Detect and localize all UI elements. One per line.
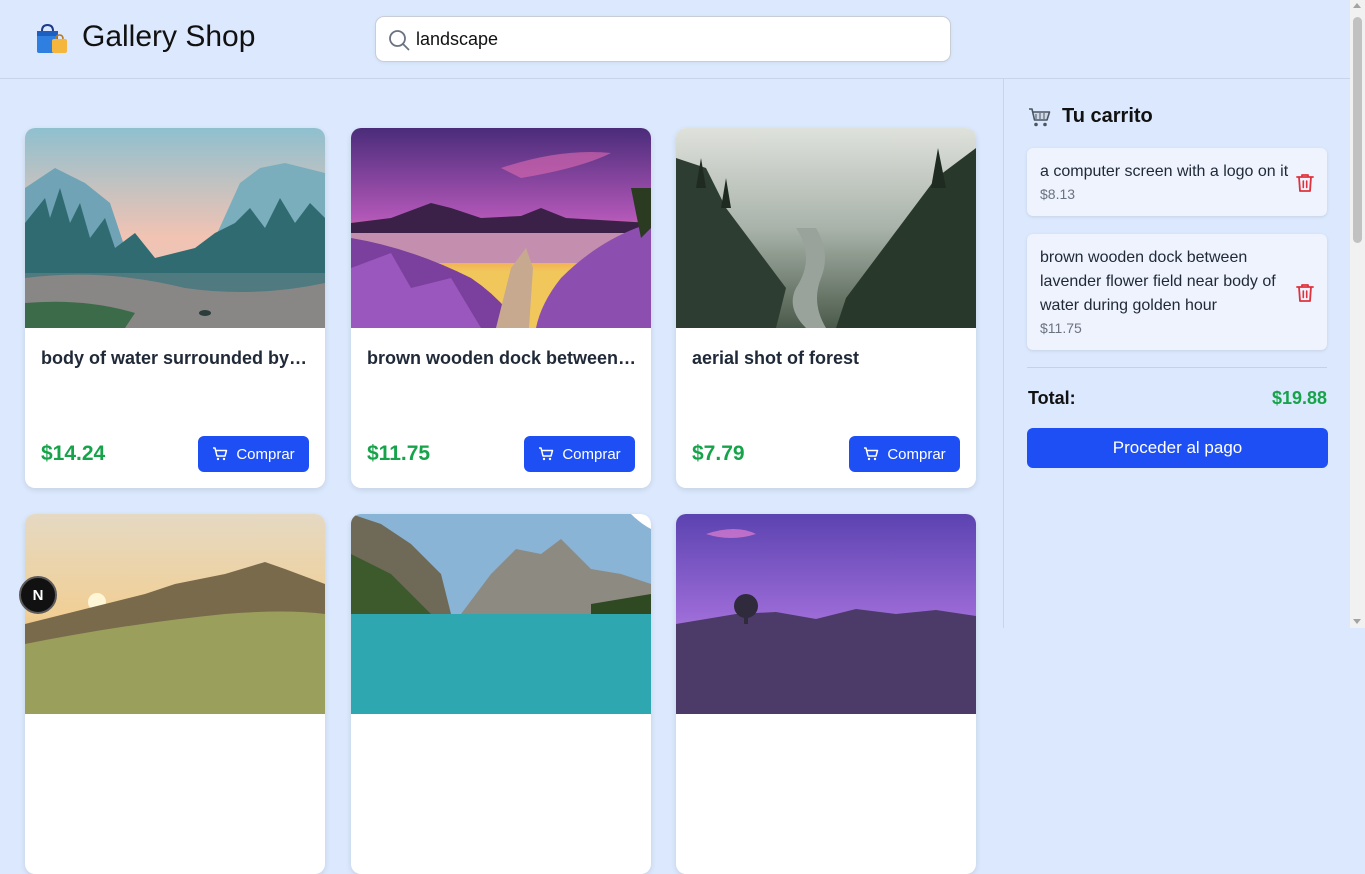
scroll-thumb[interactable] <box>1353 17 1362 243</box>
search-bar[interactable] <box>375 16 951 62</box>
buy-button-label: Comprar <box>562 445 621 463</box>
product-price: $14.24 <box>41 442 106 465</box>
cart-icon <box>539 447 554 461</box>
shopping-cart-icon <box>1028 106 1052 128</box>
search-icon <box>388 29 410 51</box>
scroll-up-arrow-icon[interactable] <box>1353 3 1361 8</box>
product-image[interactable] <box>25 514 325 714</box>
product-card <box>351 514 651 874</box>
trash-icon[interactable] <box>1295 172 1315 194</box>
nextjs-dev-badge[interactable]: N <box>19 576 57 614</box>
buy-button-label: Comprar <box>887 445 946 463</box>
product-image[interactable] <box>351 514 651 714</box>
product-title[interactable]: body of water surrounded by trees <box>41 348 311 369</box>
product-image[interactable] <box>676 514 976 714</box>
product-card <box>25 514 325 874</box>
total-label: Total: <box>1028 388 1076 408</box>
shopping-bags-icon <box>35 23 69 55</box>
product-title[interactable]: brown wooden dock between lavender flowe… <box>367 348 637 369</box>
checkout-button[interactable]: Proceder al pago <box>1027 428 1328 468</box>
dev-badge-label: N <box>32 586 44 604</box>
brand-title[interactable]: Gallery Shop <box>82 20 255 54</box>
cart-item-price: $11.75 <box>1040 320 1082 336</box>
product-price: $7.79 <box>692 442 745 465</box>
scroll-down-arrow-icon[interactable] <box>1353 619 1361 624</box>
product-card: brown wooden dock between lavender flowe… <box>351 128 651 488</box>
header: Gallery Shop <box>0 0 1350 79</box>
total-value: $19.88 <box>1271 388 1327 408</box>
product-card: aerial shot of forest $7.79 Comprar <box>676 128 976 488</box>
cart-item-price: $8.13 <box>1040 186 1076 202</box>
product-image[interactable] <box>351 128 651 328</box>
search-input[interactable] <box>416 25 936 53</box>
cart-header: Tu carrito <box>1028 105 1153 128</box>
divider <box>1027 367 1327 368</box>
product-card <box>676 514 976 874</box>
cart-icon <box>213 447 228 461</box>
cart-item-title: brown wooden dock between lavender flowe… <box>1040 249 1276 314</box>
buy-button[interactable]: Comprar <box>849 436 960 472</box>
product-price: $11.75 <box>367 442 431 465</box>
trash-icon[interactable] <box>1295 282 1315 304</box>
cart-icon <box>864 447 879 461</box>
buy-button-label: Comprar <box>236 445 295 463</box>
product-card: body of water surrounded by trees $14.24… <box>25 128 325 488</box>
buy-button[interactable]: Comprar <box>198 436 309 472</box>
cart-item-title: a computer screen with a logo on it <box>1040 163 1289 180</box>
buy-button[interactable]: Comprar <box>524 436 635 472</box>
cart-item: a computer screen with a logo on it $8.1… <box>1027 148 1327 216</box>
cart-sidebar: Tu carrito a computer screen with a logo… <box>1003 79 1350 628</box>
product-title[interactable]: aerial shot of forest <box>692 348 962 369</box>
product-image[interactable] <box>676 128 976 328</box>
page-scrollbar[interactable] <box>1350 0 1365 628</box>
product-grid: body of water surrounded by trees $14.24… <box>25 128 977 874</box>
cart-title: Tu carrito <box>1062 105 1153 127</box>
product-image[interactable] <box>25 128 325 328</box>
cart-item: brown wooden dock between lavender flowe… <box>1027 234 1327 350</box>
